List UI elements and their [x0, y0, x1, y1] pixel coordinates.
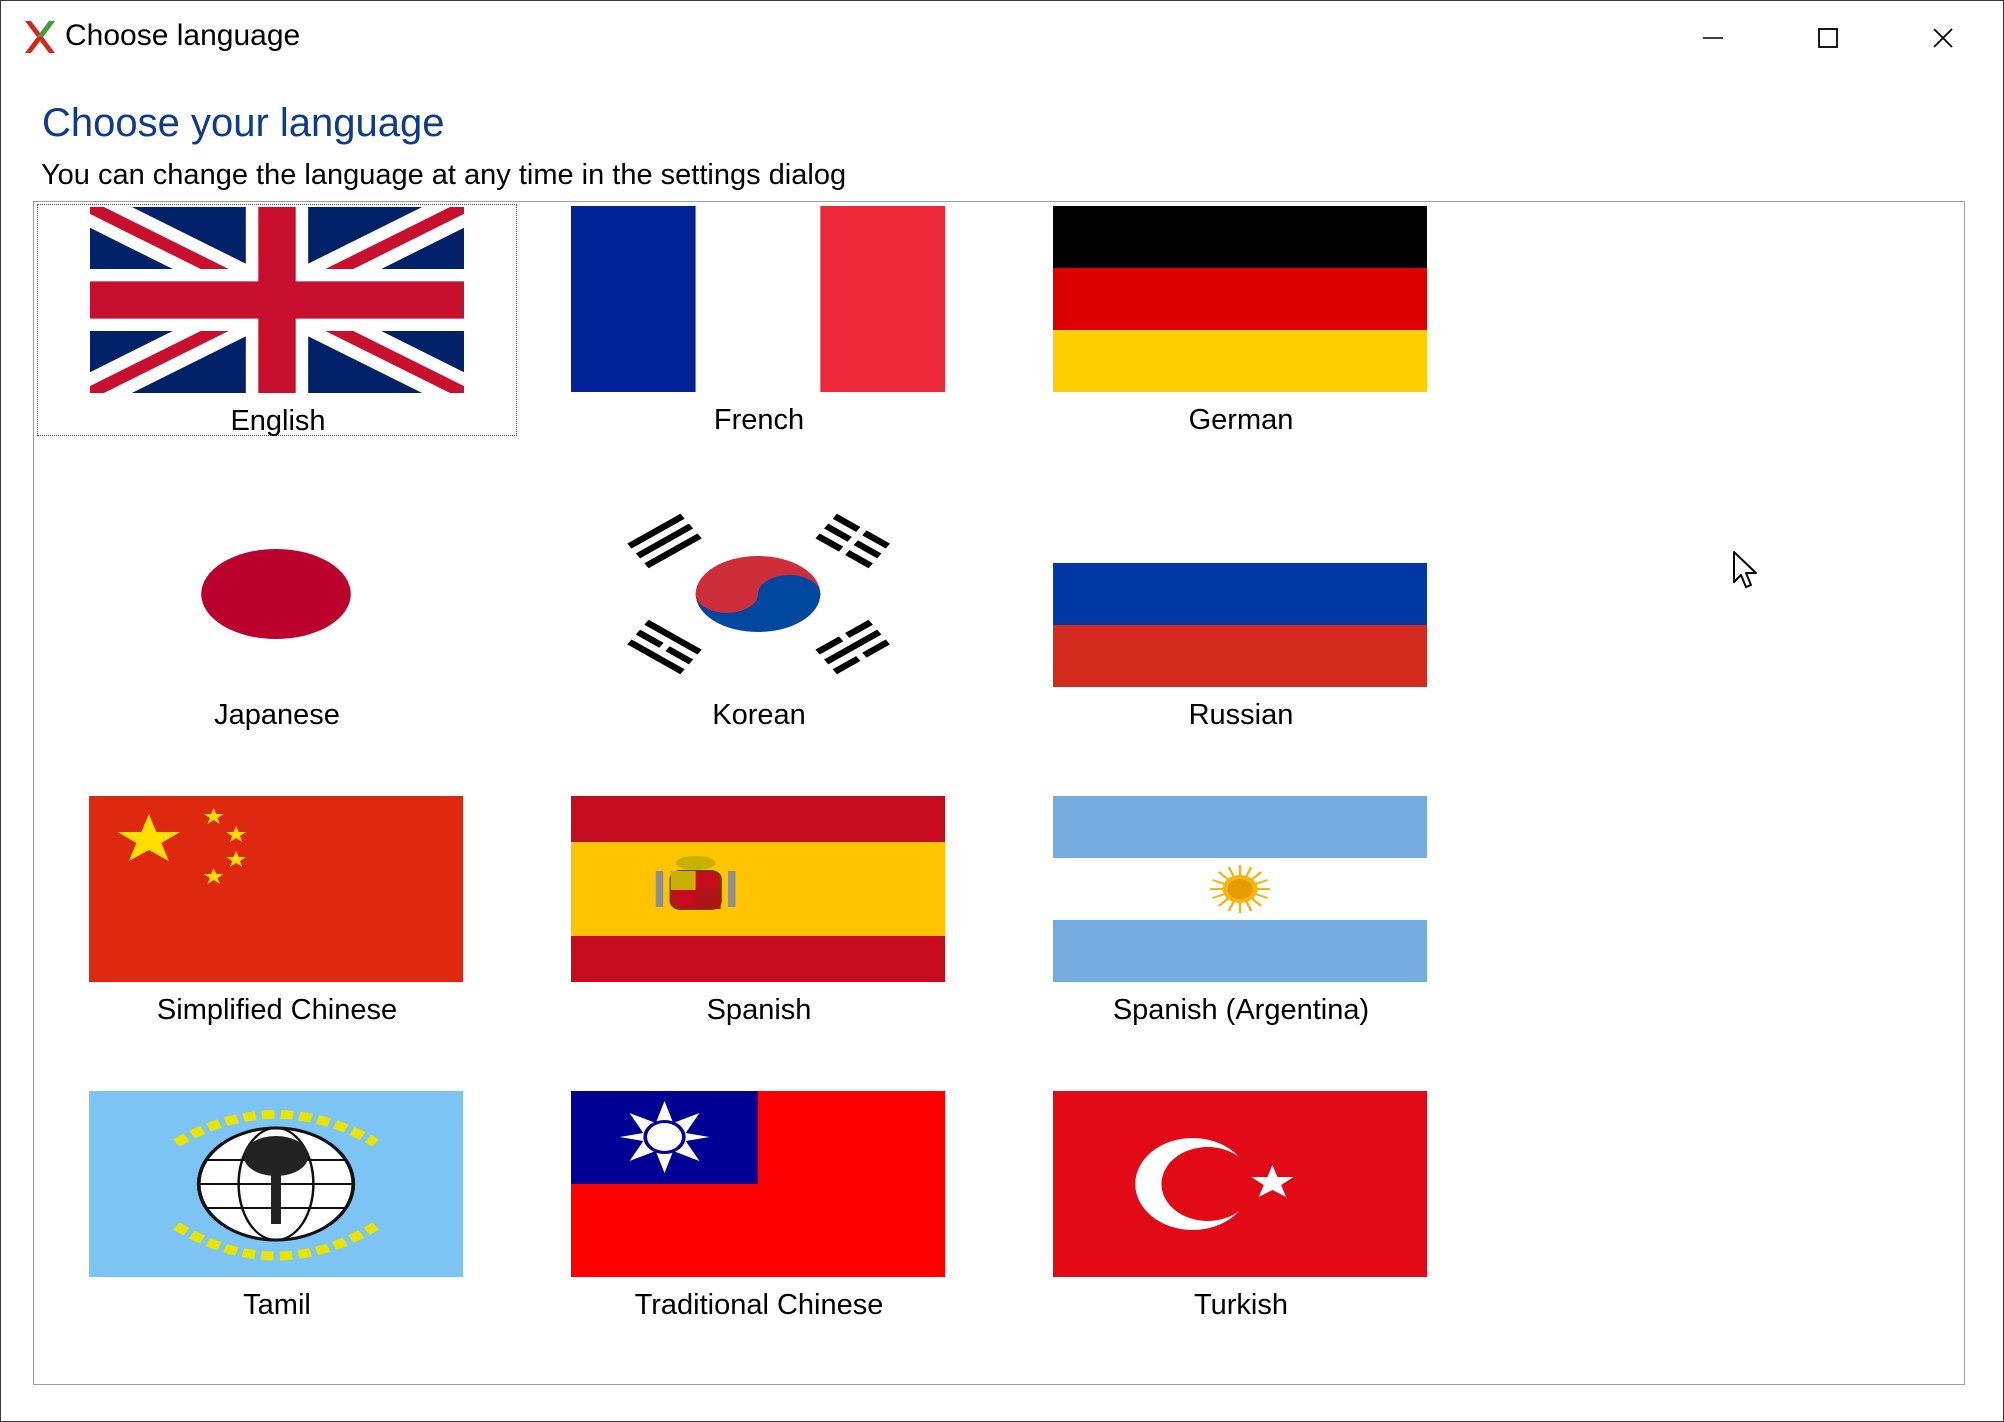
- turkey-flag-icon: [1053, 1091, 1427, 1277]
- app-logo-icon: [25, 21, 55, 53]
- language-label: French: [713, 404, 805, 436]
- language-option-spanish[interactable]: Spanish: [519, 794, 999, 1026]
- close-icon: [1932, 28, 1953, 48]
- language-option-tamil[interactable]: Tamil: [37, 1089, 517, 1321]
- argentina-flag-icon: [1053, 796, 1427, 982]
- tamil-flag-icon: [89, 1091, 463, 1277]
- spain-flag-icon: [571, 796, 945, 982]
- language-list[interactable]: English French German Japanese Korean Ru…: [33, 201, 1965, 1385]
- france-flag-icon: [571, 206, 945, 392]
- japan-flag-icon: [89, 501, 463, 687]
- language-option-german[interactable]: German: [1001, 204, 1481, 436]
- language-label: Russian: [1188, 699, 1294, 731]
- language-label: German: [1188, 404, 1294, 436]
- language-label: Spanish: [706, 994, 812, 1026]
- language-label: Turkish: [1194, 1289, 1288, 1321]
- close-button[interactable]: [1885, 1, 2000, 75]
- language-dialog-window: Choose language Choose your language You…: [0, 0, 2004, 1422]
- russia-flag-icon: [1053, 501, 1427, 687]
- korea-flag-icon: [571, 501, 945, 687]
- language-option-turkish[interactable]: Turkish: [1001, 1089, 1481, 1321]
- minimize-icon: [1702, 37, 1723, 39]
- uk-flag-icon: [90, 207, 464, 393]
- language-label: Traditional Chinese: [634, 1289, 884, 1321]
- language-option-traditional-chinese[interactable]: Traditional Chinese: [519, 1089, 999, 1321]
- language-option-simplified-chinese[interactable]: Simplified Chinese: [37, 794, 517, 1026]
- language-option-english[interactable]: English: [37, 204, 517, 437]
- maximize-button[interactable]: [1770, 1, 1885, 75]
- language-label: Korean: [712, 699, 806, 731]
- taiwan-flag-icon: [571, 1091, 945, 1277]
- minimize-button[interactable]: [1655, 1, 1770, 75]
- language-label: English: [230, 405, 326, 437]
- language-option-russian[interactable]: Russian: [1001, 499, 1481, 731]
- language-option-korean[interactable]: Korean: [519, 499, 999, 731]
- page-subtext: You can change the language at any time …: [41, 159, 847, 191]
- language-label: Simplified Chinese: [156, 994, 398, 1026]
- page-heading: Choose your language: [42, 101, 445, 145]
- language-option-french[interactable]: French: [519, 204, 999, 436]
- germany-flag-icon: [1053, 206, 1427, 392]
- title-bar[interactable]: Choose language: [1, 1, 2003, 75]
- maximize-icon: [1817, 28, 1838, 48]
- language-label: Tamil: [243, 1289, 311, 1321]
- language-label: Spanish (Argentina): [1112, 994, 1370, 1026]
- window-title: Choose language: [65, 19, 301, 52]
- language-label: Japanese: [214, 699, 340, 731]
- language-option-japanese[interactable]: Japanese: [37, 499, 517, 731]
- china-flag-icon: [89, 796, 463, 982]
- mouse-cursor-icon: [1733, 551, 1757, 588]
- language-option-spanish-argentina[interactable]: Spanish (Argentina): [1001, 794, 1481, 1026]
